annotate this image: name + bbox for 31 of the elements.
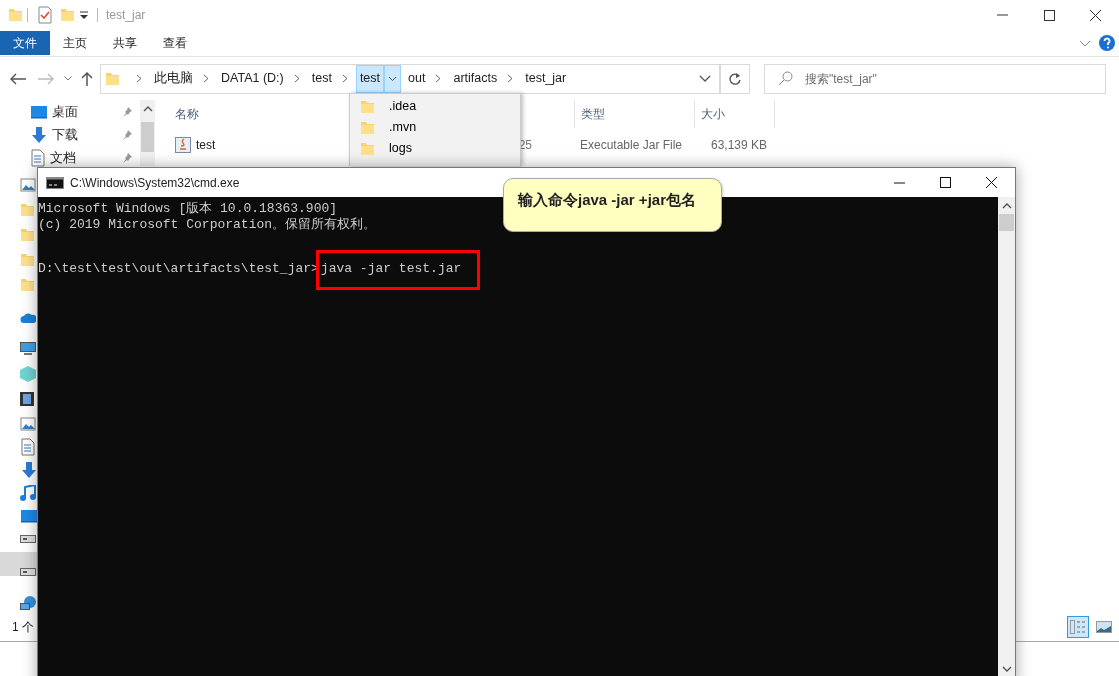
status-text: 1 个 — [12, 618, 34, 636]
sidebar-item[interactable]: 桌面 — [52, 105, 78, 118]
highlighted-command: java -jar test.jar — [315, 250, 481, 290]
sidebar-item[interactable]: 文档 — [50, 151, 76, 164]
breadcrumb[interactable]: DATA1 (D:) — [217, 64, 288, 93]
window-title: C:\Windows\System32\cmd.exe — [70, 174, 240, 192]
ribbon-tab[interactable]: 共享 — [100, 31, 150, 55]
ribbon-tab[interactable]: 文件 — [0, 31, 50, 55]
breadcrumb[interactable]: artifacts — [449, 64, 502, 93]
console-line: Microsoft Windows [版本 10.0.18363.900] — [38, 201, 338, 217]
file-name[interactable]: test — [196, 136, 216, 154]
address-bar[interactable]: 此电脑 DATA1 (D:) test test out artifacts test_jar — [100, 63, 720, 94]
console-line: (c) 2019 Microsoft Corporation。保留所有权利。 — [38, 217, 377, 233]
breadcrumb[interactable]: test — [307, 64, 336, 93]
search-field[interactable]: 搜索"test_jar" — [764, 63, 1106, 94]
ribbon-tab[interactable]: 主页 — [50, 31, 100, 55]
ribbon-tab[interactable]: 查看 — [150, 31, 200, 55]
sidebar-item[interactable]: 下载 — [52, 128, 78, 141]
window-title: test_jar — [106, 7, 146, 24]
callout-note: 输入命令java -jar +jar包名 — [503, 178, 722, 232]
column-header[interactable]: 类型 — [575, 100, 695, 128]
column-header[interactable]: 大小 — [695, 100, 775, 128]
breadcrumb[interactable]: test_jar — [521, 64, 571, 93]
breadcrumb[interactable]: test — [355, 64, 385, 93]
file-type: Executable Jar File — [580, 137, 684, 154]
file-size: 63,139 KB — [710, 137, 767, 154]
dropdown-item[interactable]: logs — [389, 139, 412, 158]
breadcrumb[interactable]: out — [404, 64, 430, 93]
breadcrumb[interactable]: 此电脑 — [150, 64, 197, 93]
dropdown-item[interactable]: .mvn — [389, 118, 417, 137]
dropdown-item[interactable]: .idea — [389, 97, 417, 116]
